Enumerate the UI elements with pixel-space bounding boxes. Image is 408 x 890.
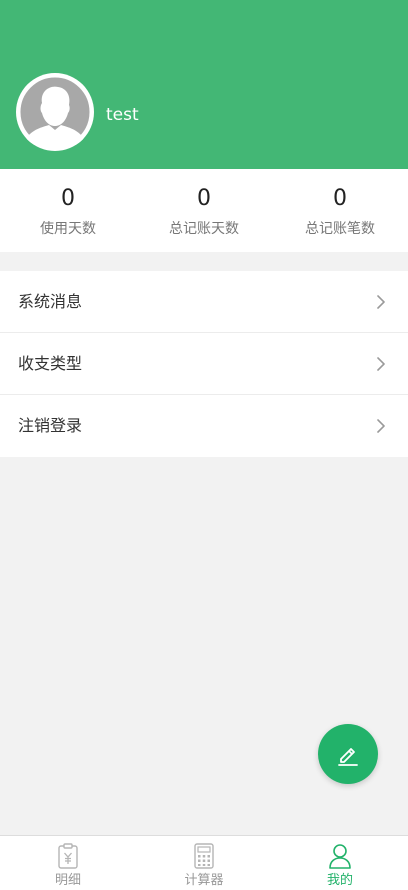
chevron-right-icon bbox=[377, 419, 385, 433]
bottom-tab-bar: 明细 计算器 我的 bbox=[0, 835, 408, 890]
chevron-right-icon bbox=[377, 295, 385, 309]
stat-label: 总记账笔数 bbox=[305, 221, 375, 237]
stat-label: 使用天数 bbox=[40, 221, 96, 237]
stat-value: 0 bbox=[197, 186, 211, 211]
stat-value: 0 bbox=[61, 186, 75, 211]
add-record-button[interactable] bbox=[318, 724, 378, 784]
menu-item-label: 系统消息 bbox=[18, 292, 83, 311]
menu-item-logout[interactable]: 注销登录 bbox=[0, 395, 408, 457]
edit-pencil-icon bbox=[338, 748, 358, 766]
menu-item-system-messages[interactable]: 系统消息 bbox=[0, 271, 408, 333]
stat-total-records: 0 总记账笔数 bbox=[272, 169, 408, 252]
tab-details[interactable]: 明细 bbox=[0, 836, 136, 890]
tab-label: 我的 bbox=[326, 873, 353, 888]
chevron-right-icon bbox=[377, 357, 385, 371]
stat-value: 0 bbox=[333, 186, 347, 211]
profile-header: test bbox=[0, 0, 408, 169]
calculator-icon bbox=[194, 843, 214, 869]
menu-item-income-expense-types[interactable]: 收支类型 bbox=[0, 333, 408, 395]
tab-label: 计算器 bbox=[184, 873, 224, 888]
tab-calculator[interactable]: 计算器 bbox=[136, 836, 272, 890]
menu-item-label: 注销登录 bbox=[18, 416, 83, 435]
settings-menu: 系统消息 收支类型 注销登录 bbox=[0, 271, 408, 457]
stats-panel: 0 使用天数 0 总记账天数 0 总记账笔数 bbox=[0, 169, 408, 252]
user-icon bbox=[329, 844, 351, 869]
default-avatar-icon bbox=[17, 74, 93, 150]
avatar[interactable] bbox=[16, 73, 94, 151]
username: test bbox=[106, 105, 139, 125]
tab-label: 明细 bbox=[54, 873, 81, 888]
stat-total-days: 0 总记账天数 bbox=[136, 169, 272, 252]
bill-yuan-icon bbox=[58, 843, 78, 869]
stat-usage-days: 0 使用天数 bbox=[0, 169, 136, 252]
tab-mine[interactable]: 我的 bbox=[272, 836, 408, 890]
menu-item-label: 收支类型 bbox=[18, 354, 83, 373]
stat-label: 总记账天数 bbox=[169, 221, 239, 237]
